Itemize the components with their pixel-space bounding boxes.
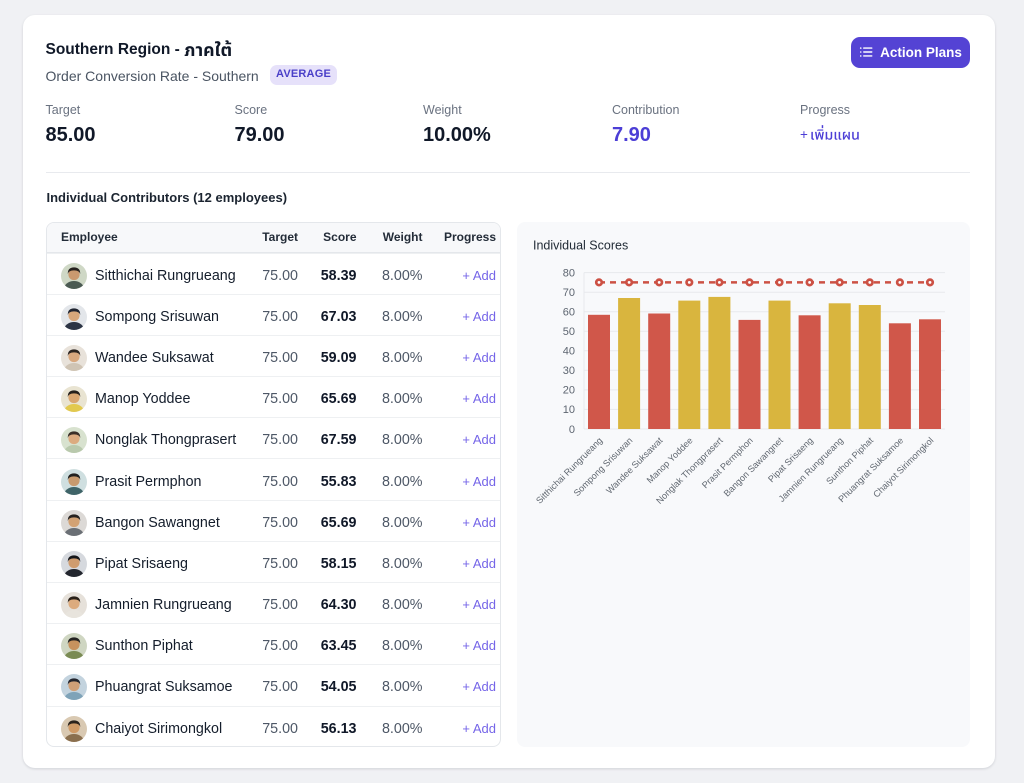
svg-text:70: 70 bbox=[563, 287, 575, 299]
svg-text:30: 30 bbox=[563, 365, 575, 377]
svg-text:40: 40 bbox=[563, 346, 575, 358]
svg-text:50: 50 bbox=[563, 326, 575, 338]
svg-text:80: 80 bbox=[563, 267, 575, 279]
svg-text:Individual Scores: Individual Scores bbox=[533, 239, 628, 253]
svg-text:Chaiyot Sirimongkol: Chaiyot Sirimongkol bbox=[871, 435, 935, 499]
svg-text:20: 20 bbox=[563, 385, 575, 397]
svg-text:10: 10 bbox=[563, 404, 575, 416]
svg-text:Wandee Suksawat: Wandee Suksawat bbox=[604, 435, 665, 496]
svg-text:0: 0 bbox=[569, 424, 575, 436]
svg-text:60: 60 bbox=[563, 307, 575, 319]
